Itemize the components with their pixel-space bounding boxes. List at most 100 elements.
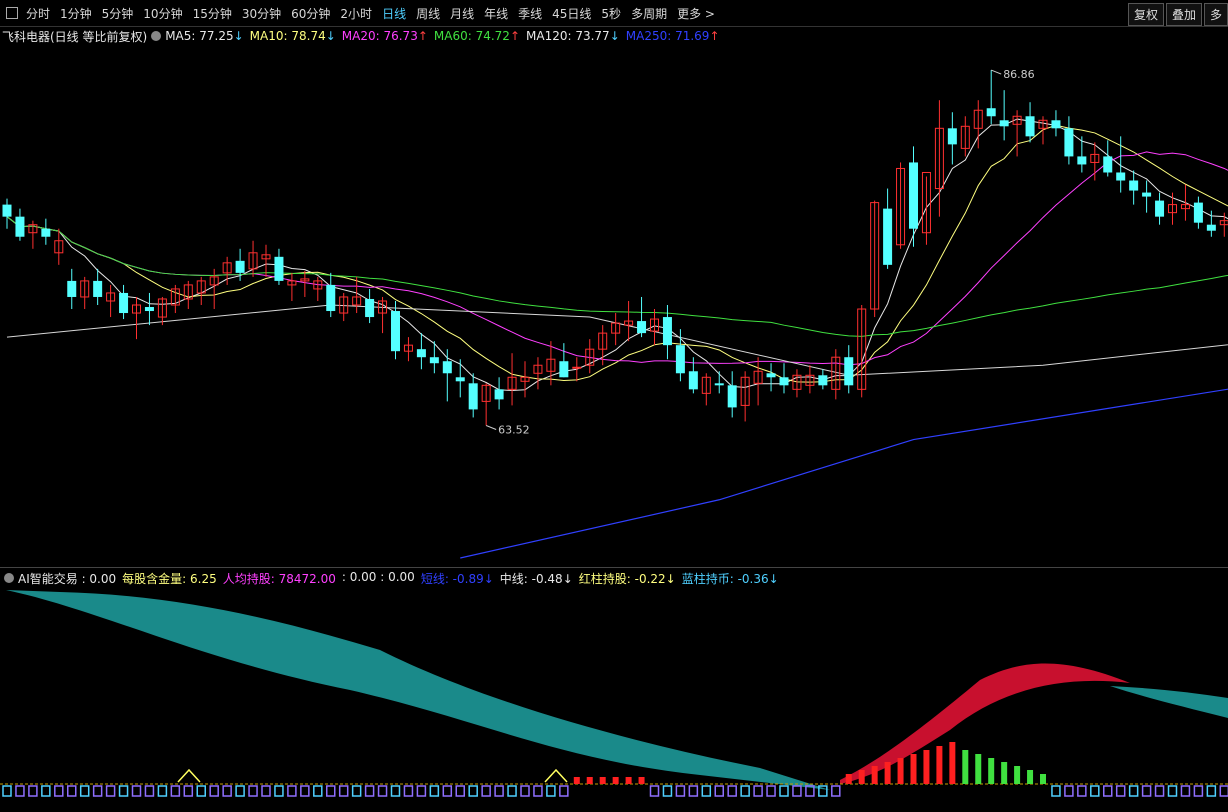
indicator-legend-item: : 0.00 : 0.00	[341, 569, 415, 584]
teal-band	[6, 590, 830, 790]
hist-bar	[792, 785, 802, 797]
candle-body	[1064, 128, 1074, 157]
hist-bar	[573, 777, 580, 784]
hist-bar	[118, 785, 129, 797]
hist-bar	[858, 770, 865, 784]
hist-bar	[766, 785, 776, 797]
indicator-legend: AI智能交易 : 0.00 每股含金量: 6.25 人均持股: 78472.00: …	[0, 569, 1228, 587]
hist-bar	[300, 785, 310, 797]
hist-bar	[612, 777, 619, 784]
candle-body	[1025, 116, 1035, 137]
hist-bar	[533, 785, 543, 797]
hist-bar	[15, 785, 25, 797]
hist-bar	[326, 785, 336, 797]
hist-bar	[520, 785, 530, 797]
hist-bar	[1219, 785, 1228, 797]
hist-bar	[338, 785, 349, 797]
hist-bar	[507, 785, 517, 797]
panel-divider	[0, 567, 1228, 568]
candle-body	[779, 377, 789, 386]
hist-bar	[196, 785, 206, 797]
candle-body	[416, 349, 426, 358]
candle-body	[986, 108, 996, 117]
kline-chart[interactable]: 86.86 63.52	[0, 0, 1228, 812]
hist-bar	[416, 785, 427, 797]
hist-bar	[1027, 770, 1034, 784]
candle-body	[1116, 172, 1126, 181]
indicator-legend-item: 人均持股: 78472.00	[222, 571, 336, 586]
hist-bar	[599, 777, 606, 784]
hist-bar	[1154, 785, 1165, 797]
hist-bar	[1141, 785, 1152, 797]
hist-bar	[1128, 785, 1139, 797]
hist-bar	[313, 785, 323, 797]
hist-bar	[41, 785, 51, 797]
candle-body	[844, 357, 854, 386]
candle-body	[429, 357, 439, 364]
hist-bar	[949, 742, 956, 784]
hist-bar	[209, 785, 219, 797]
hist-bar	[688, 785, 699, 797]
candle-body	[93, 280, 103, 297]
candle-body	[1155, 200, 1165, 217]
hist-bar	[1040, 774, 1046, 784]
hist-bar	[2, 785, 12, 797]
hist-bar	[183, 785, 194, 797]
hist-bar	[1103, 785, 1113, 797]
indicator-settings-icon[interactable]	[4, 573, 14, 583]
indicator-legend-item: 短线: -0.89↓	[420, 571, 494, 586]
hist-bar	[261, 785, 271, 797]
candle-body	[818, 375, 828, 386]
hist-bar	[248, 785, 258, 797]
hist-bar	[831, 785, 841, 797]
hist-bar	[586, 777, 593, 784]
hist-bar	[455, 785, 465, 797]
low-marker	[485, 425, 497, 430]
hist-bar	[988, 758, 995, 784]
hist-bar	[390, 785, 401, 797]
indicator-legend-item: 蓝柱持币: -0.36↓	[681, 571, 779, 586]
hist-bar	[675, 785, 686, 797]
candle-body	[1142, 192, 1152, 197]
candle-body	[41, 228, 51, 237]
candle-body	[572, 366, 582, 369]
hist-bar	[1014, 766, 1021, 784]
hist-bar	[105, 785, 116, 797]
ma10-line	[6, 124, 1228, 383]
hist-bar	[779, 785, 789, 797]
high-label: 86.86	[1003, 68, 1034, 81]
ma120-line	[6, 304, 1228, 376]
hist-bar	[364, 785, 375, 797]
hist-bar	[377, 785, 388, 797]
candle-body	[365, 298, 375, 318]
candle-body	[326, 284, 336, 312]
indicator-area	[0, 590, 1228, 797]
candle-body	[714, 383, 724, 386]
teal-band-right	[1110, 686, 1228, 718]
hist-bar	[1167, 785, 1178, 797]
candle-body	[468, 383, 478, 410]
hist-bar	[1090, 785, 1100, 797]
indicator-legend-item: 中线: -0.48↓	[499, 571, 573, 586]
hist-bar	[753, 785, 763, 797]
hist-bar	[727, 785, 737, 797]
hist-bar	[923, 750, 930, 784]
hist-bar	[67, 785, 77, 797]
hist-bar	[144, 785, 155, 797]
indicator-legend-item: AI智能交易 : 0.00	[18, 571, 117, 586]
signal-marker	[177, 768, 201, 783]
candle-body	[67, 280, 77, 297]
hist-bar	[546, 785, 556, 797]
hist-bar	[481, 785, 491, 797]
hist-bar	[1064, 785, 1074, 797]
candle-body	[1193, 202, 1203, 223]
candle-body	[119, 292, 129, 314]
hist-bar	[1193, 785, 1204, 797]
hist-bar	[429, 785, 440, 797]
hist-bar	[351, 785, 362, 797]
candle-body	[15, 216, 25, 237]
candle-body	[494, 389, 504, 400]
hist-bar	[740, 785, 750, 797]
candle-body	[1077, 156, 1087, 165]
hist-bar	[714, 785, 724, 797]
